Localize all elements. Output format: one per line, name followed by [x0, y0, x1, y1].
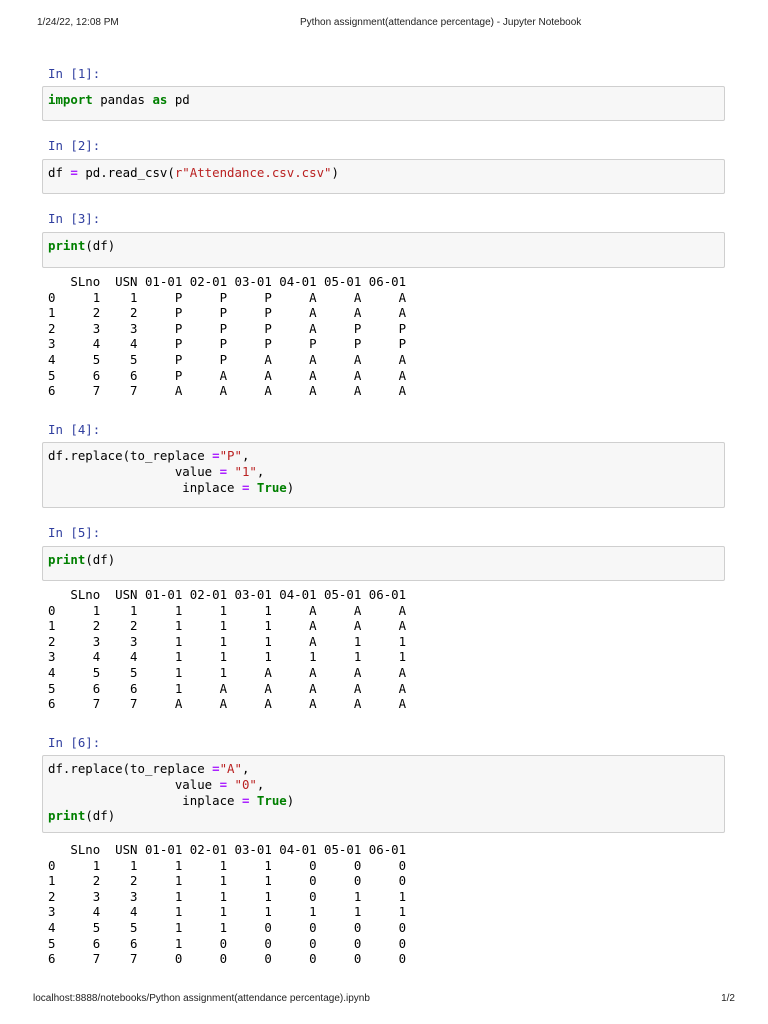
dataframe-row: 5 6 6 P A A A A A: [48, 367, 407, 383]
code-token-keyword: print: [48, 808, 86, 824]
prompt-in-6: In [6]:: [48, 735, 101, 750]
code-token-operator: =: [219, 463, 228, 479]
code-token-string: r"Attendance.csv.csv": [174, 165, 332, 180]
code-line: print(df): [48, 238, 724, 254]
code-token-operator: =: [70, 165, 78, 180]
print-page-title: Python assignment(attendance percentage)…: [300, 17, 582, 28]
dataframe-row: 3 4 4 P P P P P P: [48, 336, 407, 352]
code-token-string: "1": [234, 463, 257, 479]
code-token-text: df.replace(to_replace: [48, 761, 213, 776]
dataframe-row: 1 2 2 1 1 1 0 0 0: [48, 873, 407, 889]
code-line: inplace = True): [48, 480, 724, 496]
code-token-keyword: True: [256, 479, 287, 495]
code-token-string: "0": [234, 776, 257, 792]
code-token-text: pd: [167, 92, 190, 107]
output-area-3: SLno USN 01-01 02-01 03-01 04-01 05-01 0…: [48, 274, 406, 399]
code-line: value = "1",: [48, 464, 724, 480]
dataframe-row: 2 3 3 1 1 1 0 1 1: [48, 888, 407, 904]
dataframe-row: 1 2 2 1 1 1 A A A: [48, 618, 407, 634]
code-token-keyword: print: [48, 552, 86, 567]
dataframe-row: 3 4 4 1 1 1 1 1 1: [48, 649, 407, 665]
code-line: print(df): [48, 552, 724, 568]
dataframe-header-row: SLno USN 01-01 02-01 03-01 04-01 05-01 0…: [48, 842, 407, 857]
prompt-in-4: In [4]:: [48, 422, 101, 437]
dataframe-row: 6 7 7 A A A A A A: [48, 383, 407, 399]
code-cell-3[interactable]: print(df): [42, 232, 725, 268]
dataframe-row: 6 7 7 A A A A A A: [48, 696, 407, 712]
dataframe-row: 1 2 2 P P P A A A: [48, 305, 407, 321]
code-line: inplace = True): [48, 793, 724, 809]
dataframe-row: 0 1 1 1 1 1 0 0 0: [48, 857, 407, 873]
code-token-text: (df): [85, 238, 116, 253]
code-line: import pandas as pd: [48, 92, 724, 108]
code-token-text: df.replace(to_replace: [48, 448, 213, 463]
output-area-6: SLno USN 01-01 02-01 03-01 04-01 05-01 0…: [48, 842, 406, 967]
code-cell-1[interactable]: import pandas as pd: [42, 86, 725, 121]
code-cell-6[interactable]: df.replace(to_replace ="A", value = "0",…: [42, 755, 725, 833]
code-token-text: ): [286, 479, 295, 495]
code-line: df = pd.read_csv(r"Attendance.csv.csv"): [48, 165, 724, 181]
code-token-operator: =: [212, 448, 220, 463]
code-line: df.replace(to_replace ="P",: [48, 448, 724, 464]
dataframe-row: 0 1 1 P P P A A A: [48, 289, 407, 305]
dataframe-row: 5 6 6 1 A A A A A: [48, 680, 407, 696]
code-token-text: inplace: [48, 479, 242, 495]
dataframe-row: 2 3 3 P P P A P P: [48, 320, 407, 336]
page-number: 1/2: [721, 993, 735, 1004]
code-token-text: ): [331, 165, 339, 180]
code-line: df.replace(to_replace ="A",: [48, 761, 724, 777]
code-token-text: ,: [256, 776, 265, 792]
code-cell-2[interactable]: df = pd.read_csv(r"Attendance.csv.csv"): [42, 159, 725, 194]
code-token-text: df: [48, 165, 71, 180]
output-area-5: SLno USN 01-01 02-01 03-01 04-01 05-01 0…: [48, 587, 406, 712]
code-token-text: pandas: [92, 92, 153, 107]
code-token-keyword: as: [152, 92, 168, 107]
print-datetime: 1/24/22, 12:08 PM: [37, 17, 119, 28]
code-token-text: pd.read_csv(: [77, 165, 175, 180]
dataframe-row: 5 6 6 1 0 0 0 0 0: [48, 935, 407, 951]
prompt-in-2: In [2]:: [48, 138, 101, 153]
code-token-operator: =: [212, 761, 220, 776]
dataframe-header-row: SLno USN 01-01 02-01 03-01 04-01 05-01 0…: [48, 274, 407, 289]
code-token-text: inplace: [48, 792, 242, 808]
code-token-text: value: [48, 776, 220, 792]
code-token-text: ,: [241, 761, 250, 776]
code-token-string: "A": [219, 761, 242, 776]
code-token-keyword: print: [48, 238, 86, 253]
dataframe-row: 4 5 5 1 1 A A A A: [48, 664, 407, 680]
dataframe-row: 0 1 1 1 1 1 A A A: [48, 602, 407, 618]
code-cell-5[interactable]: print(df): [42, 546, 725, 581]
print-url: localhost:8888/notebooks/Python assignme…: [33, 993, 370, 1004]
dataframe-row: 4 5 5 1 1 0 0 0 0: [48, 919, 407, 935]
prompt-in-5: In [5]:: [48, 525, 101, 540]
prompt-in-3: In [3]:: [48, 211, 101, 226]
code-cell-4[interactable]: df.replace(to_replace ="P", value = "1",…: [42, 442, 725, 508]
dataframe-row: 6 7 7 0 0 0 0 0 0: [48, 951, 407, 967]
dataframe-row: 2 3 3 1 1 1 A 1 1: [48, 633, 407, 649]
code-line: print(df): [48, 808, 724, 824]
code-token-text: ): [286, 792, 295, 808]
code-line: value = "0",: [48, 777, 724, 793]
prompt-in-1: In [1]:: [48, 66, 101, 81]
code-token-keyword: import: [48, 92, 93, 107]
code-token-text: value: [48, 463, 220, 479]
code-token-string: "P": [219, 448, 242, 463]
code-token-text: (df): [85, 808, 116, 824]
code-token-text: (df): [85, 552, 116, 567]
dataframe-row: 3 4 4 1 1 1 1 1 1: [48, 904, 407, 920]
code-token-text: ,: [256, 463, 265, 479]
dataframe-row: 4 5 5 P P A A A A: [48, 351, 407, 367]
code-token-text: ,: [241, 448, 250, 463]
dataframe-header-row: SLno USN 01-01 02-01 03-01 04-01 05-01 0…: [48, 587, 407, 602]
code-token-keyword: True: [256, 792, 287, 808]
code-token-operator: =: [219, 776, 228, 792]
